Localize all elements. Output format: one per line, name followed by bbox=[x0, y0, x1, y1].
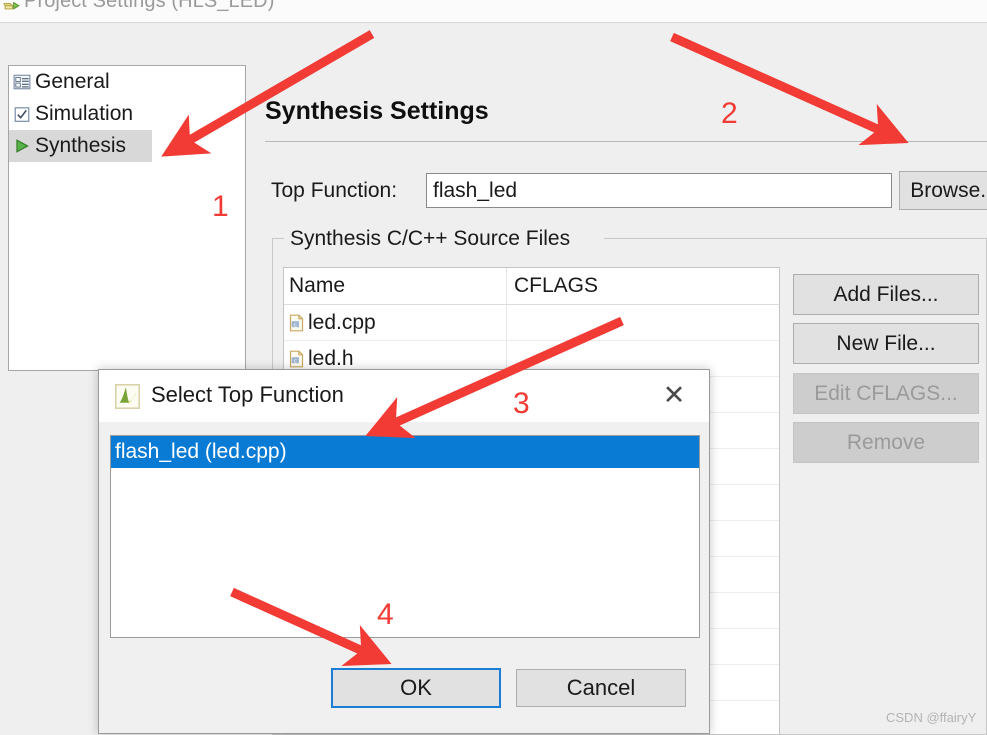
page-title: Synthesis Settings bbox=[265, 97, 489, 125]
header-file-icon: c bbox=[289, 350, 304, 368]
checkbox-icon bbox=[13, 105, 31, 123]
file-name-label: led.h bbox=[308, 346, 354, 370]
remove-button[interactable]: Remove bbox=[793, 422, 979, 463]
file-name-cell: c led.h bbox=[284, 347, 506, 371]
top-function-input[interactable]: flash_led bbox=[426, 173, 892, 208]
project-settings-icon bbox=[3, 0, 20, 11]
watermark: CSDN @ffairyY bbox=[886, 710, 977, 725]
sidebar-item-label: General bbox=[35, 70, 110, 93]
new-file-button[interactable]: New File... bbox=[793, 323, 979, 364]
edit-cflags-button[interactable]: Edit CFLAGS... bbox=[793, 373, 979, 414]
green-play-icon bbox=[13, 137, 31, 155]
window-title: Project Settings (HLS_LED) bbox=[24, 0, 275, 12]
properties-list-icon bbox=[13, 73, 31, 91]
dialog-title: Select Top Function bbox=[151, 382, 344, 407]
cpp-file-icon: c bbox=[289, 314, 304, 332]
sidebar-item-simulation[interactable]: Simulation bbox=[9, 98, 245, 130]
group-box-legend: Synthesis C/C++ Source Files bbox=[286, 227, 575, 251]
sidebar-item-general[interactable]: General bbox=[9, 66, 245, 98]
select-top-function-dialog: Select Top Function ✕ flash_led (led.cpp… bbox=[98, 369, 710, 734]
browse-button[interactable]: Browse... bbox=[899, 171, 987, 210]
list-item[interactable]: flash_led (led.cpp) bbox=[111, 436, 699, 468]
column-header-cflags: CFLAGS bbox=[514, 274, 599, 297]
vivado-hls-icon bbox=[115, 384, 140, 409]
file-name-label: led.cpp bbox=[308, 310, 376, 334]
cancel-button[interactable]: Cancel bbox=[516, 669, 686, 707]
sidebar-item-label: Simulation bbox=[35, 102, 134, 125]
file-name-cell: c led.cpp bbox=[284, 311, 506, 335]
table-header-row: Name CFLAGS bbox=[284, 268, 779, 305]
ok-button[interactable]: OK bbox=[331, 668, 501, 708]
settings-category-list[interactable]: General Simulation Synthesis bbox=[8, 65, 246, 371]
title-divider bbox=[265, 141, 987, 142]
add-files-button[interactable]: Add Files... bbox=[793, 274, 979, 315]
svg-text:c: c bbox=[294, 358, 297, 364]
window-title-bar: Project Settings (HLS_LED) bbox=[0, 0, 987, 22]
column-header-name: Name bbox=[289, 274, 346, 297]
top-function-label: Top Function: bbox=[271, 179, 398, 202]
table-row[interactable]: c led.cpp bbox=[284, 305, 779, 341]
sidebar-item-synthesis[interactable]: Synthesis bbox=[9, 130, 152, 162]
sidebar-item-label: Synthesis bbox=[35, 134, 127, 157]
svg-text:c: c bbox=[294, 322, 297, 328]
top-function-list[interactable]: flash_led (led.cpp) bbox=[110, 435, 700, 638]
close-icon[interactable]: ✕ bbox=[657, 381, 691, 411]
